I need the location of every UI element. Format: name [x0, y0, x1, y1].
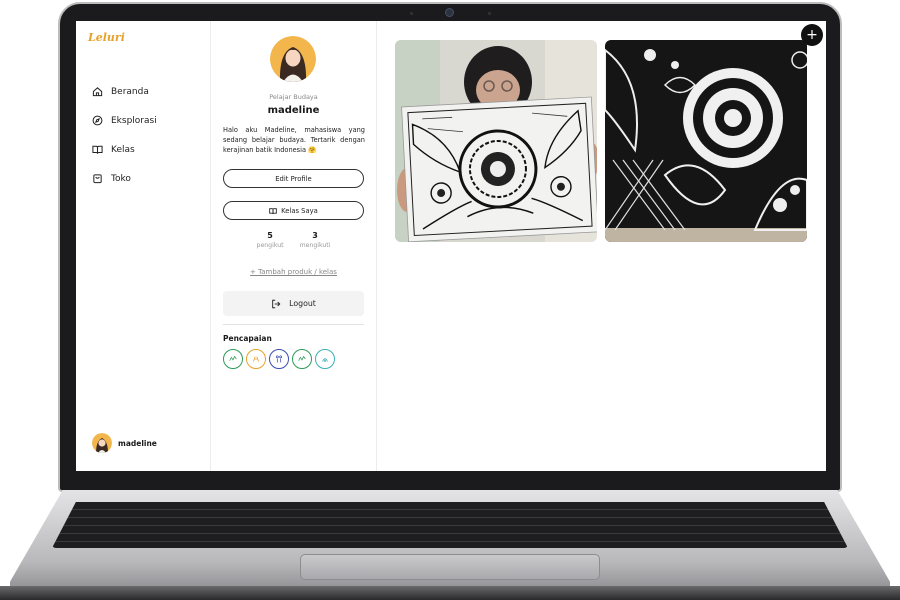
followers-label: pengikut [256, 242, 284, 249]
achievement-badge-icon[interactable] [223, 349, 243, 369]
following-stat[interactable]: 3 mengikuti [300, 231, 331, 249]
book-icon [92, 145, 103, 154]
sidebar: Leluri Beranda Eksplorasi Kelas Toko mad… [76, 21, 211, 471]
kelas-saya-button[interactable]: Kelas Saya [223, 201, 364, 220]
webcam-icon [445, 8, 454, 17]
achievements-title: Pencapaian [223, 334, 272, 343]
following-label: mengikuti [299, 242, 331, 249]
batik-drawing-photo[interactable] [395, 40, 597, 242]
compass-icon [92, 115, 103, 126]
app-logo[interactable]: Leluri [88, 31, 125, 44]
trackpad [300, 554, 600, 580]
home-icon [92, 87, 103, 97]
achievement-badge-icon[interactable] [246, 349, 266, 369]
laptop-base-edge [0, 586, 900, 600]
profile-panel: Pelajar Budaya madeline Halo aku Madelin… [211, 21, 377, 471]
achievement-badges [223, 349, 335, 369]
add-product-class-link[interactable]: + Tambah produk / kelas [211, 268, 376, 276]
sidebar-item-label: Kelas [111, 144, 135, 155]
gallery: + [377, 21, 826, 471]
sidebar-item-label: Eksplorasi [111, 115, 157, 126]
keyboard [52, 502, 848, 548]
app-screen: Leluri Beranda Eksplorasi Kelas Toko mad… [76, 21, 826, 471]
shopping-bag-icon [93, 174, 102, 184]
sidebar-nav: Beranda Eksplorasi Kelas Toko [92, 77, 157, 193]
logout-icon [272, 299, 281, 308]
sidebar-item-label: Toko [111, 173, 131, 184]
edit-profile-button[interactable]: Edit Profile [223, 169, 364, 188]
sensor-dot [488, 12, 491, 15]
logout-label: Logout [289, 299, 316, 308]
sensor-dot [410, 12, 413, 15]
logout-button[interactable]: Logout [223, 291, 364, 316]
sidebar-item-kelas[interactable]: Kelas [92, 135, 157, 164]
sidebar-user-name: madeline [118, 438, 157, 448]
kelas-saya-label: Kelas Saya [281, 206, 318, 215]
book-icon [269, 207, 277, 214]
achievement-badge-icon[interactable] [315, 349, 335, 369]
followers-stat[interactable]: 5 pengikut [257, 231, 284, 249]
divider [223, 324, 364, 325]
profile-name: madeline [267, 105, 320, 116]
sidebar-item-label: Beranda [111, 86, 149, 97]
profile-stats: 5 pengikut 3 mengikuti [211, 231, 376, 249]
plus-icon[interactable]: + [801, 24, 823, 46]
sidebar-item-beranda[interactable]: Beranda [92, 77, 157, 106]
sidebar-user[interactable]: madeline [92, 433, 157, 453]
achievement-badge-icon[interactable] [292, 349, 312, 369]
sidebar-item-toko[interactable]: Toko [92, 164, 157, 193]
followers-count: 5 [267, 231, 273, 240]
edit-profile-label: Edit Profile [275, 174, 312, 183]
avatar [270, 36, 316, 82]
profile-role: Pelajar Budaya [269, 93, 318, 101]
profile-bio: Halo aku Madeline, mahasiswa yang sedang… [223, 126, 365, 154]
sidebar-item-eksplorasi[interactable]: Eksplorasi [92, 106, 157, 135]
following-count: 3 [312, 231, 318, 240]
achievement-badge-icon[interactable] [269, 349, 289, 369]
batik-pattern-photo[interactable] [605, 40, 807, 242]
avatar [92, 433, 112, 453]
